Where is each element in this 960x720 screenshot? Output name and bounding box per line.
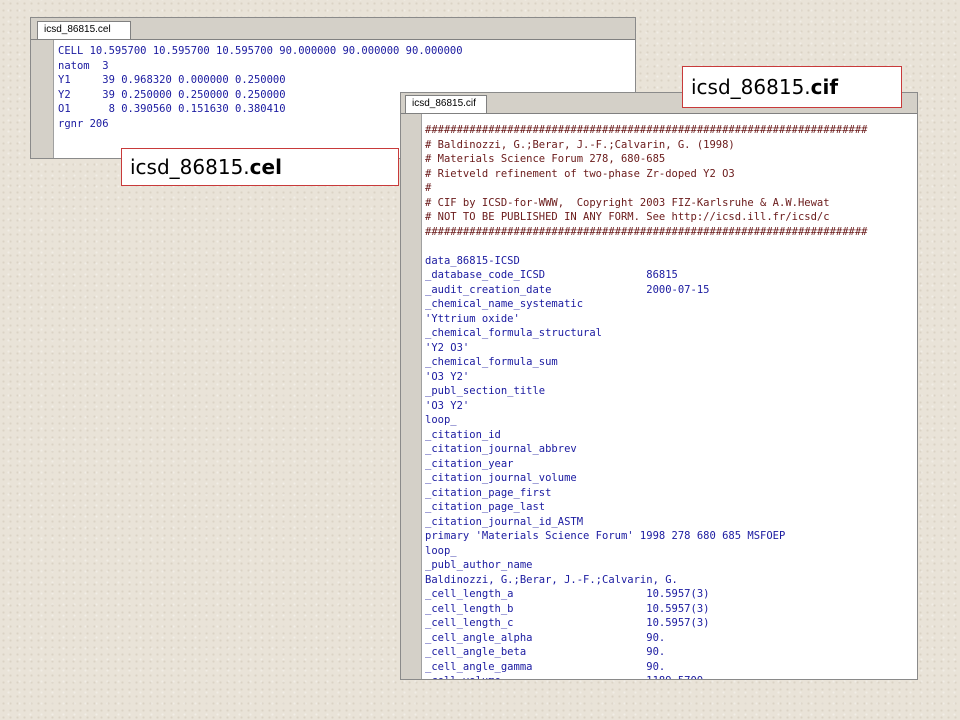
callout-cif-ext: cif (810, 75, 839, 99)
cif-code-line: _audit_creation_date 2000-07-15 (425, 283, 710, 296)
cif-code-line: _citation_year (425, 457, 514, 470)
cif-code-line: data_86815-ICSD (425, 254, 520, 267)
cif-code-line: 'Y2 O3' (425, 341, 470, 354)
cif-code-line: _publ_author_name (425, 559, 533, 571)
cif-code-line: _chemical_formula_sum (425, 356, 558, 368)
cif-code-line: loop_ (425, 414, 457, 426)
cif-editor-window: icsd_86815.cif #########################… (400, 92, 918, 680)
tab-cif-file[interactable]: icsd_86815.cif (405, 95, 487, 113)
cif-code-line: _citation_journal_id_ASTM (425, 515, 584, 528)
cif-code-line: _cell_length_c 10.5957(3) (425, 617, 710, 629)
cif-code-line: # NOT TO BE PUBLISHED IN ANY FORM. See h… (425, 211, 830, 223)
cif-code-line: _chemical_name_systematic (425, 298, 584, 310)
cif-code-line: _cell_angle_beta 90. (425, 646, 666, 658)
cel-tab-bar: icsd_86815.cel (31, 18, 635, 40)
cif-code-line: _publ_section_title (425, 385, 546, 397)
cif-code-line: _chemical_formula_structural (425, 327, 603, 339)
cel-gutter (31, 40, 54, 158)
cif-code-line: # Materials Science Forum 278, 680-685 (425, 153, 666, 165)
cel-code-line: CELL 10.595700 10.595700 10.595700 90.00… (58, 45, 463, 57)
cif-code-line: primary 'Materials Science Forum' 1998 2… (425, 530, 786, 542)
cif-code-line (425, 239, 868, 254)
cif-code-line: 'O3 Y2' (425, 370, 470, 383)
cif-code-line: _cell_volume 1189.5709 (425, 674, 868, 679)
callout-cif-prefix: icsd_86815. (691, 75, 811, 99)
cif-code-content[interactable]: ########################################… (425, 123, 868, 679)
cif-code-line: # Rietveld refinement of two-phase Zr-do… (425, 167, 735, 180)
cif-code-line: 'O3 Y2' (425, 399, 470, 412)
tab-cel-file[interactable]: icsd_86815.cel (37, 21, 131, 39)
cif-code-line: # Baldinozzi, G.;Berar, J.-F.;Calvarin, … (425, 138, 735, 151)
cif-code-line: _cell_length_a 10.5957(3) (425, 588, 710, 600)
cif-code-line: _citation_journal_abbrev (425, 443, 577, 455)
cif-code-line: _cell_length_b 10.5957(3) (425, 602, 710, 615)
cel-code-line: natom 3 (58, 59, 109, 72)
cif-code-line: _citation_page_last (425, 501, 546, 513)
callout-cif-label: icsd_86815.cif (682, 66, 902, 108)
callout-cel-prefix: icsd_86815. (130, 155, 250, 179)
cif-code-line: _citation_id (425, 428, 501, 441)
cif-code-line: _citation_journal_volume (425, 472, 577, 484)
cif-code-line: ########################################… (425, 225, 868, 238)
cif-code-line: _cell_angle_gamma 90. (425, 660, 666, 673)
cif-code-line: ########################################… (425, 124, 868, 136)
cif-code-line: # CIF by ICSD-for-WWW, Copyright 2003 FI… (425, 196, 830, 209)
cif-code-line: _citation_page_first (425, 486, 552, 499)
cel-code-line: Y1 39 0.968320 0.000000 0.250000 (58, 74, 286, 86)
cif-code-line: _database_code_ICSD 86815 (425, 269, 678, 281)
callout-cel-label: icsd_86815.cel (121, 148, 399, 186)
cif-code-line: _cell_angle_alpha 90. (425, 631, 666, 644)
cif-code-line: # (425, 182, 432, 194)
cif-gutter (401, 114, 422, 679)
callout-cel-ext: cel (249, 155, 282, 179)
cif-code-line: Baldinozzi, G.;Berar, J.-F.;Calvarin, G. (425, 573, 678, 586)
cif-code-line: 'Yttrium oxide' (425, 312, 520, 325)
cif-code-line: loop_ (425, 544, 457, 557)
